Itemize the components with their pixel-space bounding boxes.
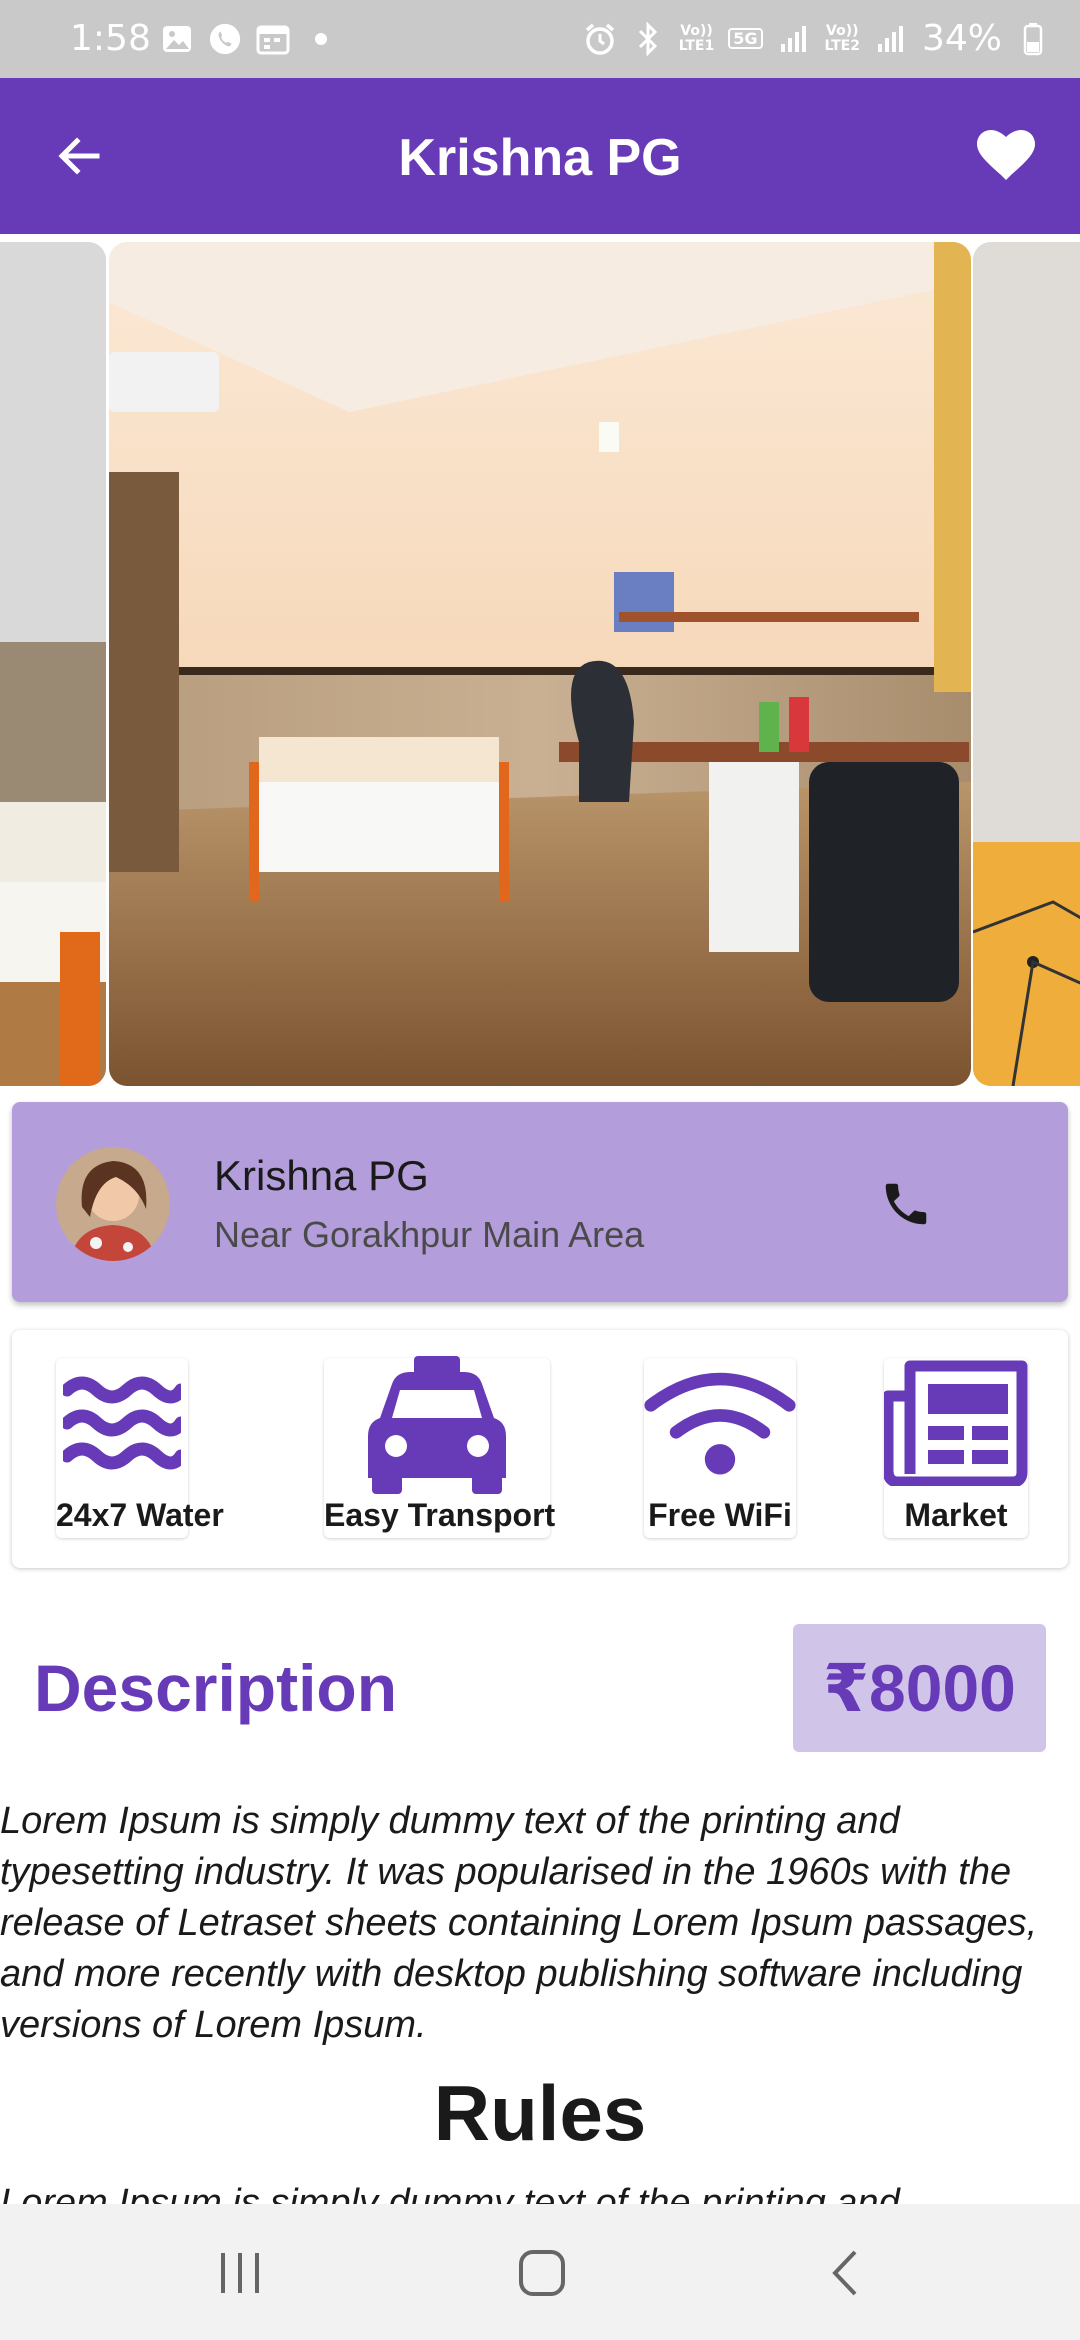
signal-icon xyxy=(777,22,811,56)
price-badge: ₹8000 xyxy=(793,1624,1046,1752)
heart-icon xyxy=(977,130,1035,180)
amenity-label: Market xyxy=(904,1497,1008,1533)
amenity-label: Free WiFi xyxy=(648,1497,792,1533)
whatsapp-icon xyxy=(208,22,242,56)
dot-icon xyxy=(304,22,338,56)
carousel-image-main[interactable] xyxy=(109,242,971,1086)
carousel-image-prev[interactable] xyxy=(0,242,106,1086)
amenity-transport[interactable]: Easy Transport xyxy=(324,1355,556,1538)
newspaper-icon xyxy=(884,1360,1028,1486)
status-system-icons: Vo)) LTE1 5G Vo)) LTE2 34% xyxy=(583,18,1050,59)
favorite-button[interactable] xyxy=(972,122,1040,190)
status-bar: 1:58 Vo)) LTE1 5G Vo)) LTE2 34% xyxy=(0,0,1080,78)
wifi-icon xyxy=(644,1372,796,1475)
home-icon xyxy=(519,2250,565,2296)
recent-apps-button[interactable] xyxy=(205,2238,275,2308)
description-text: Lorem Ipsum is simply dummy text of the … xyxy=(0,1800,1038,2046)
amenity-water[interactable]: 24x7 Water xyxy=(56,1358,224,1538)
system-nav-bar xyxy=(0,2204,1080,2340)
taxi-icon xyxy=(368,1355,506,1494)
network-type: 5G xyxy=(733,29,758,48)
amenity-wifi[interactable]: Free WiFi xyxy=(644,1358,796,1538)
network-lte2: Vo)) LTE2 xyxy=(824,22,860,54)
back-icon xyxy=(832,2250,857,2296)
phone-icon xyxy=(885,1183,927,1225)
owner-location: Near Gorakhpur Main Area xyxy=(214,1214,645,1255)
call-button[interactable] xyxy=(874,1172,938,1236)
status-notification-icons xyxy=(160,22,338,56)
calendar-icon xyxy=(256,22,290,56)
amenity-market[interactable]: Market xyxy=(884,1358,1028,1538)
nav-back-button[interactable] xyxy=(810,2238,880,2308)
network-5g: 5G xyxy=(728,28,763,49)
image-carousel[interactable] xyxy=(0,242,1080,1086)
network-lte1-voice: Vo)) xyxy=(680,22,713,39)
network-lte2-label: LTE2 xyxy=(824,37,860,54)
gallery-icon xyxy=(160,22,194,56)
owner-card: Krishna PG Near Gorakhpur Main Area xyxy=(12,1102,1068,1302)
network-lte2-voice: Vo)) xyxy=(826,22,859,39)
home-button[interactable] xyxy=(507,2238,577,2308)
carousel-image-next[interactable] xyxy=(973,242,1080,1086)
rules-heading: Rules xyxy=(433,2069,647,2157)
amenity-label: 24x7 Water xyxy=(56,1497,224,1533)
description-heading: Description xyxy=(34,1651,398,1725)
avatar xyxy=(56,1147,170,1261)
alarm-icon xyxy=(583,22,617,56)
recent-apps-icon xyxy=(221,2253,259,2293)
owner-name: Krishna PG xyxy=(214,1152,429,1199)
water-waves-icon xyxy=(63,1376,181,1469)
amenity-label: Easy Transport xyxy=(324,1497,556,1533)
amenities-panel: 24x7 Water Easy Transport Free WiFi Mark… xyxy=(12,1330,1068,1568)
app-bar: Krishna PG xyxy=(0,78,1080,234)
network-lte1-label: LTE1 xyxy=(678,37,715,54)
status-time: 1:58 xyxy=(70,18,151,59)
battery-percent: 34% xyxy=(921,18,1002,59)
signal-icon xyxy=(874,22,908,56)
network-lte1: Vo)) LTE1 xyxy=(678,22,715,54)
battery-icon xyxy=(1016,22,1050,56)
page-title: Krishna PG xyxy=(398,129,682,187)
bluetooth-icon xyxy=(631,21,665,56)
